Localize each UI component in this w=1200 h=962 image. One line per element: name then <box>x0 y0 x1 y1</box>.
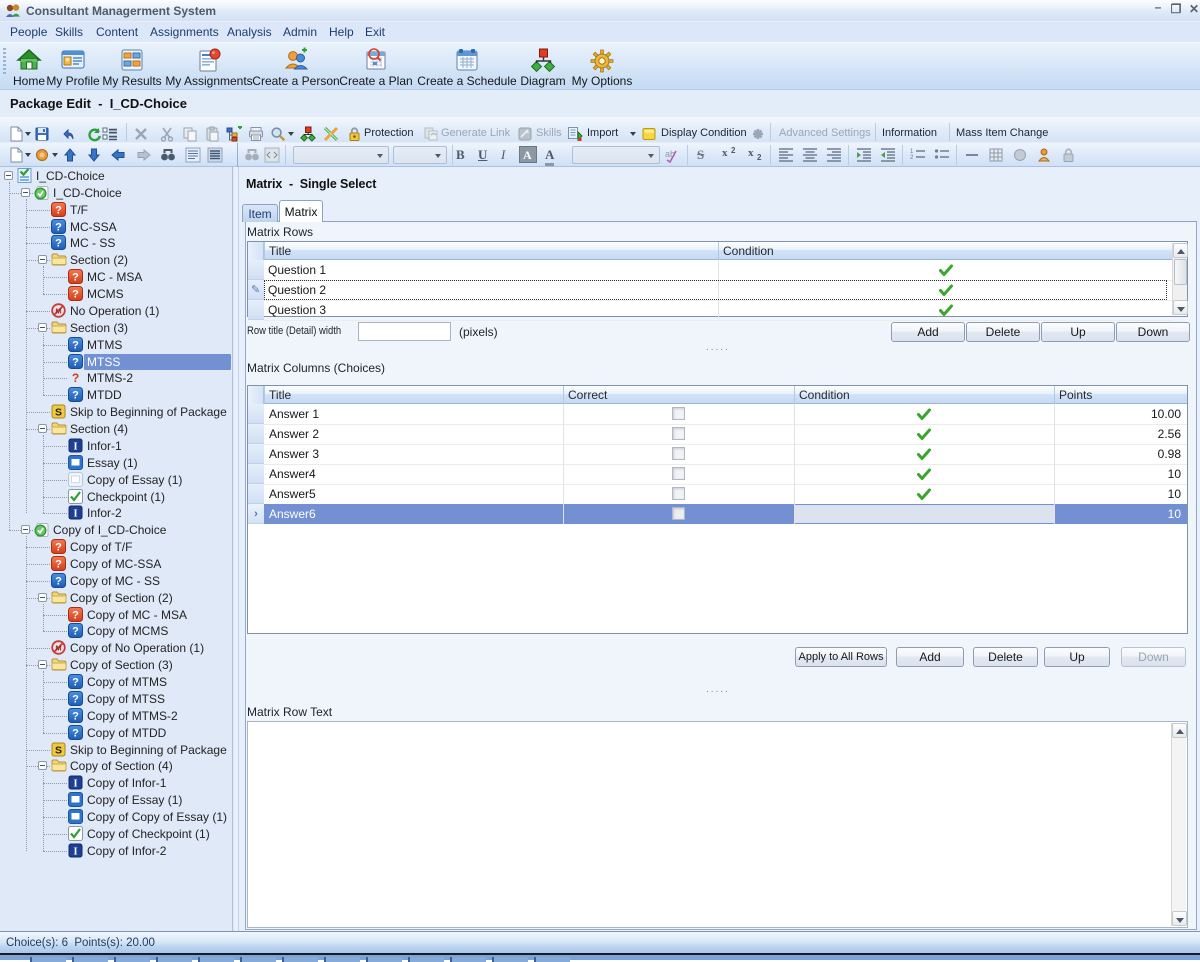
svg-text:?: ? <box>72 371 79 385</box>
svg-text:?: ? <box>55 205 62 217</box>
svg-text:?: ? <box>72 728 79 740</box>
svg-text:?: ? <box>55 576 62 588</box>
svg-text:?: ? <box>72 694 79 706</box>
svg-text:?: ? <box>72 610 79 622</box>
svg-text:?: ? <box>72 340 79 352</box>
svg-text:I: I <box>73 847 77 858</box>
svg-text:2: 2 <box>910 155 914 161</box>
svg-text:S: S <box>55 407 62 419</box>
svg-text:?: ? <box>55 542 62 554</box>
svg-text:?: ? <box>55 222 62 234</box>
svg-text:?: ? <box>72 390 79 402</box>
svg-text:?: ? <box>72 357 79 369</box>
svg-text:?: ? <box>72 677 79 689</box>
svg-text:?: ? <box>55 559 62 571</box>
svg-text:?: ? <box>72 626 79 638</box>
svg-text:?: ? <box>72 289 79 301</box>
svg-text:I: I <box>73 442 77 453</box>
svg-text:?: ? <box>55 238 62 250</box>
svg-text:M: M <box>55 307 61 316</box>
svg-text:?: ? <box>72 272 79 284</box>
svg-text:?: ? <box>72 711 79 723</box>
svg-text:I: I <box>73 779 77 790</box>
svg-text:S: S <box>55 745 62 757</box>
svg-text:I: I <box>73 509 77 520</box>
svg-text:M: M <box>55 644 61 653</box>
